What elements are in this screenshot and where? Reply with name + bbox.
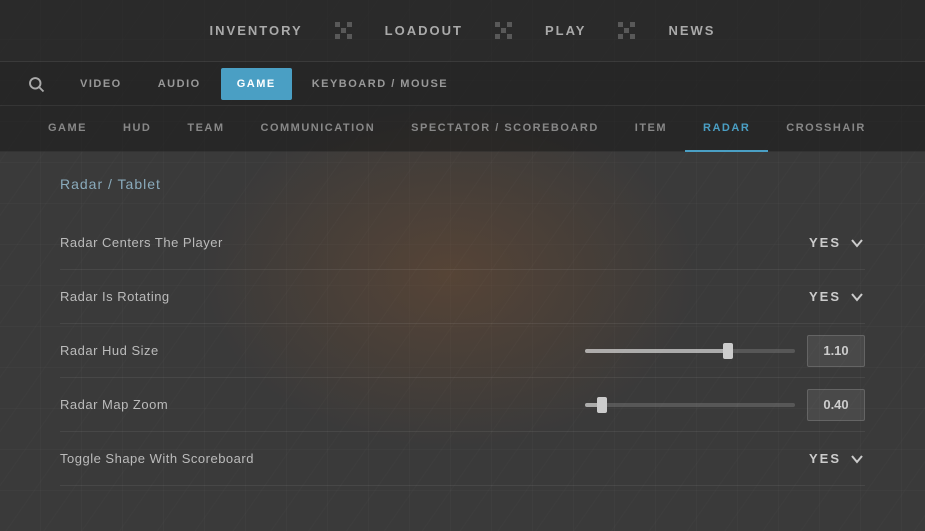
page-wrapper: INVENTORY LOADOUT PLAY NEWS VIDEO	[0, 0, 925, 531]
radar-centers-player-chevron	[849, 235, 865, 251]
setting-row-radar-centers-player: Radar Centers The Player YES	[60, 216, 865, 270]
radar-map-zoom-track[interactable]	[585, 403, 795, 407]
nav-inventory[interactable]: INVENTORY	[178, 0, 335, 62]
radar-centers-player-value: YES	[809, 235, 841, 250]
radar-hud-size-value: 1.10	[807, 335, 865, 367]
nav-play[interactable]: PLAY	[513, 0, 618, 62]
tab-hud[interactable]: HUD	[105, 106, 169, 152]
radar-map-zoom-thumb[interactable]	[597, 397, 607, 413]
setting-label-radar-centers-player: Radar Centers The Player	[60, 235, 809, 250]
radar-hud-size-track[interactable]	[585, 349, 795, 353]
settings-nav-audio[interactable]: AUDIO	[142, 68, 217, 100]
radar-map-zoom-slider-container: 0.40	[585, 389, 865, 421]
settings-list: Radar Centers The Player YES Radar Is Ro…	[60, 216, 865, 486]
nav-loadout[interactable]: LOADOUT	[353, 0, 495, 62]
nav-divider-3	[618, 22, 636, 40]
radar-is-rotating-chevron	[849, 289, 865, 305]
settings-nav: VIDEO AUDIO GAME KEYBOARD / MOUSE	[0, 62, 925, 106]
tab-item[interactable]: ITEM	[617, 106, 685, 152]
radar-is-rotating-value: YES	[809, 289, 841, 304]
toggle-shape-scoreboard-value: YES	[809, 451, 841, 466]
section-title: Radar / Tablet	[60, 176, 865, 192]
setting-label-radar-is-rotating: Radar Is Rotating	[60, 289, 809, 304]
radar-hud-size-fill	[585, 349, 728, 353]
game-tabs: GAME HUD TEAM COMMUNICATION SPECTATOR / …	[0, 106, 925, 152]
radar-map-zoom-value: 0.40	[807, 389, 865, 421]
top-nav: INVENTORY LOADOUT PLAY NEWS	[0, 0, 925, 62]
setting-label-radar-hud-size: Radar Hud Size	[60, 343, 585, 358]
radar-hud-size-slider-container: 1.10	[585, 335, 865, 367]
setting-row-radar-hud-size: Radar Hud Size 1.10	[60, 324, 865, 378]
setting-row-radar-is-rotating: Radar Is Rotating YES	[60, 270, 865, 324]
tab-spectator-scoreboard[interactable]: SPECTATOR / SCOREBOARD	[393, 106, 617, 152]
tab-team[interactable]: TEAM	[169, 106, 242, 152]
radar-hud-size-thumb[interactable]	[723, 343, 733, 359]
tab-game[interactable]: GAME	[30, 106, 105, 152]
setting-row-radar-map-zoom: Radar Map Zoom 0.40	[60, 378, 865, 432]
nav-divider-2	[495, 22, 513, 40]
tab-radar[interactable]: RADAR	[685, 106, 768, 152]
content-area: Radar / Tablet Radar Centers The Player …	[0, 152, 925, 506]
search-button[interactable]	[20, 68, 52, 100]
settings-nav-video[interactable]: VIDEO	[64, 68, 138, 100]
nav-news[interactable]: NEWS	[636, 0, 747, 62]
setting-label-toggle-shape-scoreboard: Toggle Shape With Scoreboard	[60, 451, 809, 466]
toggle-shape-scoreboard-chevron	[849, 451, 865, 467]
toggle-shape-scoreboard-dropdown[interactable]: YES	[809, 451, 865, 467]
nav-divider-1	[335, 22, 353, 40]
settings-nav-game[interactable]: GAME	[221, 68, 292, 100]
tab-communication[interactable]: COMMUNICATION	[243, 106, 394, 152]
setting-label-radar-map-zoom: Radar Map Zoom	[60, 397, 585, 412]
radar-is-rotating-dropdown[interactable]: YES	[809, 289, 865, 305]
tab-crosshair[interactable]: CROSSHAIR	[768, 106, 884, 152]
settings-nav-keyboard-mouse[interactable]: KEYBOARD / MOUSE	[296, 68, 464, 100]
radar-centers-player-dropdown[interactable]: YES	[809, 235, 865, 251]
setting-row-toggle-shape-scoreboard: Toggle Shape With Scoreboard YES	[60, 432, 865, 486]
